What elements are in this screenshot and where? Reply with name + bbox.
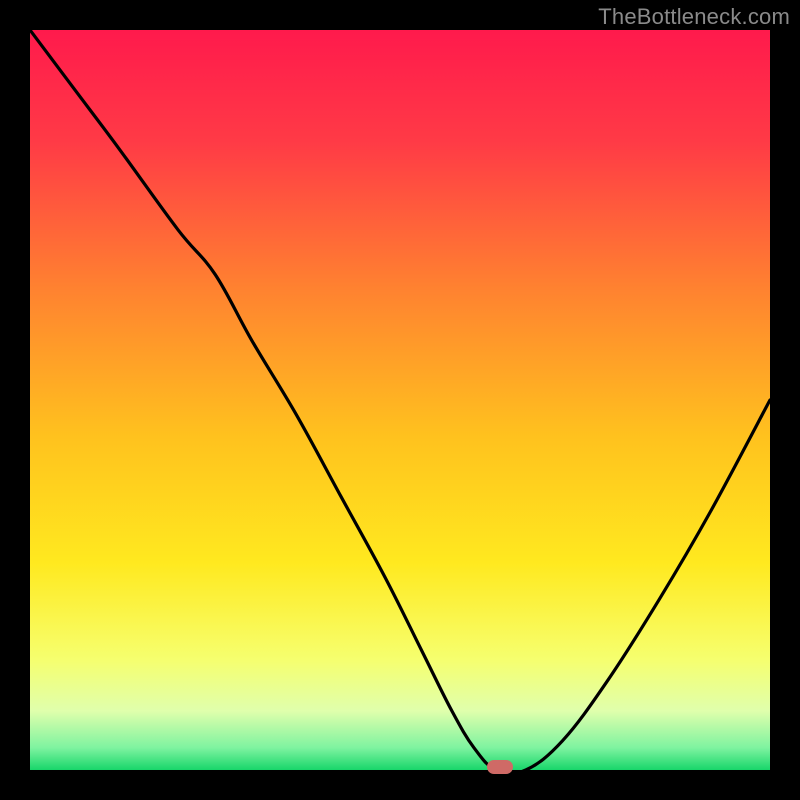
watermark-text: TheBottleneck.com	[598, 4, 790, 30]
chart-frame: TheBottleneck.com	[0, 0, 800, 800]
plot-area	[30, 30, 770, 770]
optimal-marker	[487, 760, 513, 774]
bottleneck-curve	[30, 30, 770, 770]
